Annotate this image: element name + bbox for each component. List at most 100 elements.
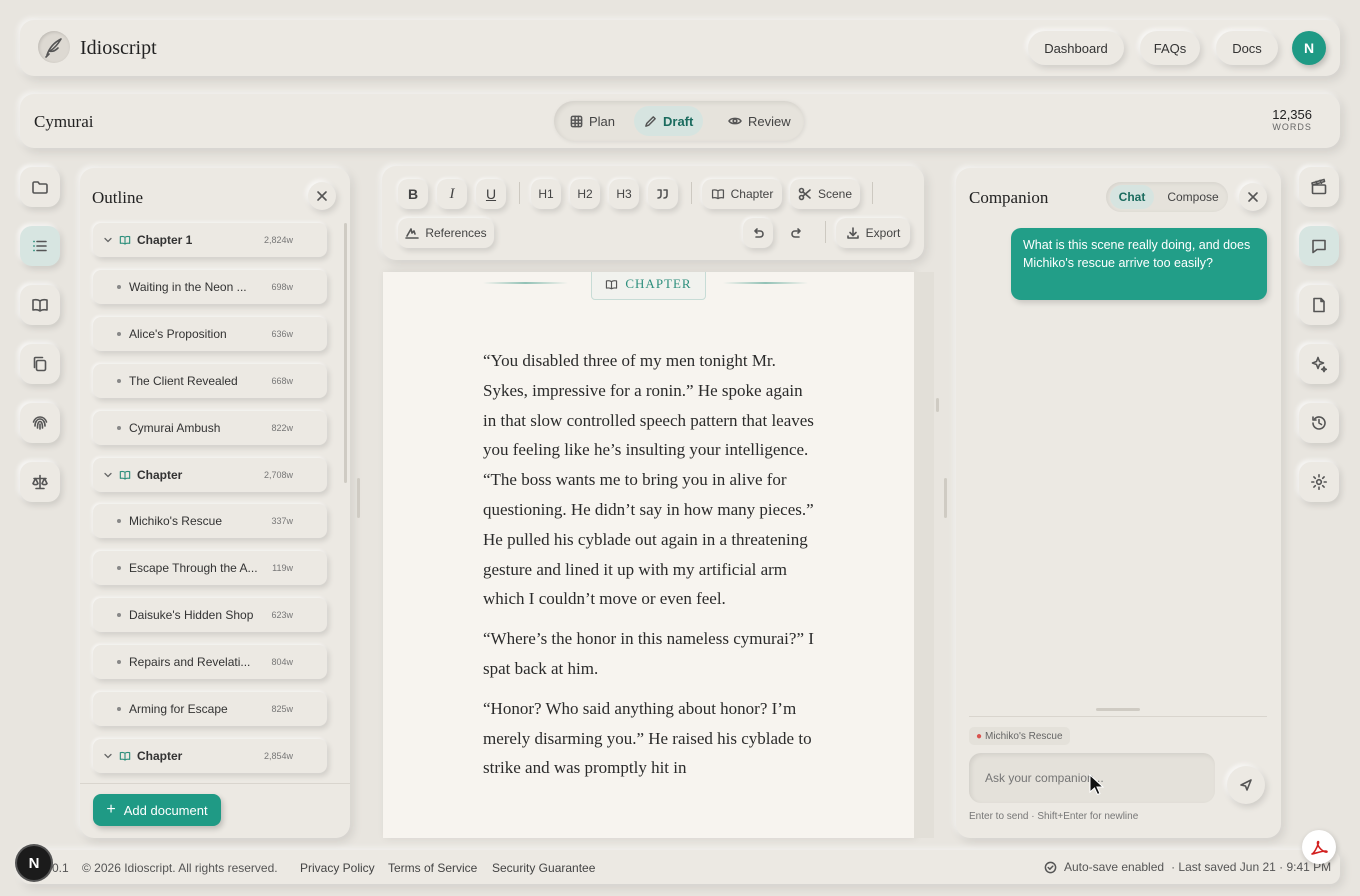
tab-chat[interactable]: Chat [1110, 185, 1154, 209]
undo-button[interactable] [743, 218, 773, 248]
send-button[interactable] [1227, 766, 1265, 804]
chevron-down-icon[interactable] [103, 235, 113, 245]
chat-resize-grip[interactable] [1096, 708, 1140, 711]
bullet-dot [117, 284, 121, 289]
export-button[interactable]: Export [836, 218, 910, 248]
scene-button-label: Scene [817, 187, 853, 201]
outline-chapter[interactable]: Chapter 2,854w [93, 738, 327, 773]
chevron-down-icon[interactable] [103, 470, 113, 480]
outline-item-wordcount: 804w [271, 657, 293, 668]
outline-item-wordcount: 822w [271, 422, 293, 433]
fingerprint-button[interactable] [20, 403, 60, 443]
mode-draft[interactable]: Draft [634, 106, 704, 136]
tab-compose[interactable]: Compose [1160, 185, 1226, 209]
editor-page[interactable]: CHAPTER “You disabled three of my men to… [383, 272, 914, 838]
outline-chapter[interactable]: Chapter 1 2,824w [93, 223, 327, 257]
redo-icon [791, 228, 801, 238]
folder-icon [32, 181, 48, 194]
outline-scene[interactable]: Arming for Escape 825w [93, 692, 327, 726]
quote-button[interactable] [648, 179, 678, 209]
outline-scene[interactable]: The Client Revealed 668w [93, 363, 327, 398]
check-circle-icon [1044, 861, 1057, 873]
context-chip-label: Michiko's Rescue [985, 730, 1063, 742]
plus-icon: + [106, 801, 116, 818]
copy-button[interactable] [20, 344, 60, 384]
italic-button[interactable]: I [437, 179, 467, 209]
grid-icon [570, 115, 583, 127]
user-avatar[interactable]: N [1292, 31, 1326, 65]
companion-resize-handle[interactable] [944, 478, 947, 518]
outline-scrollbar[interactable] [344, 223, 347, 483]
security-link[interactable]: Security Guarantee [492, 861, 595, 875]
pin-icon: ● [976, 730, 983, 742]
mode-plan[interactable]: Plan [560, 106, 625, 136]
outline-item-wordcount: 2,708w [263, 469, 293, 480]
outline-item-label: Arming for Escape [129, 702, 228, 716]
mode-review[interactable]: Review [718, 106, 801, 136]
outline-scene[interactable]: Alice's Proposition 636w [93, 316, 327, 351]
docs-button[interactable]: Docs [1216, 31, 1278, 65]
outline-resize-handle[interactable] [357, 478, 360, 518]
redo-button[interactable] [782, 218, 812, 248]
history-button[interactable] [1299, 403, 1339, 443]
outline-item-label: Chapter [137, 748, 183, 763]
n-badge[interactable]: N [17, 846, 51, 880]
chapter-button-label: Chapter [730, 187, 774, 201]
outline-scene[interactable]: Michiko's Rescue 337w [93, 504, 327, 539]
paragraph[interactable]: “Honor? Who said anything about honor? I… [483, 694, 815, 783]
document-title[interactable]: Cymurai [34, 112, 94, 132]
brand-name[interactable]: Idioscript [80, 37, 157, 60]
quote-icon [657, 189, 668, 199]
chat-button[interactable] [1299, 226, 1339, 266]
companion-close-button[interactable] [1239, 183, 1267, 211]
scene-button[interactable]: Scene [790, 179, 860, 209]
chapter-rule-right [723, 282, 808, 284]
h3-button[interactable]: H3 [609, 179, 639, 209]
folder-button[interactable] [20, 167, 60, 207]
add-document-button[interactable]: + Add document [93, 794, 221, 826]
mode-draft-label: Draft [663, 113, 694, 129]
editor-scrollbar[interactable] [936, 398, 939, 412]
h1-button[interactable]: H1 [531, 179, 561, 209]
outline-chapter[interactable]: Chapter 2,708w [93, 457, 327, 492]
outline-button[interactable] [20, 226, 60, 266]
scales-button[interactable] [20, 462, 60, 502]
outline-title: Outline [92, 188, 143, 207]
word-count-value: 12,356 [1272, 107, 1312, 122]
ai-button[interactable] [1299, 344, 1339, 384]
faqs-button[interactable]: FAQs [1140, 31, 1200, 65]
paragraph[interactable]: “Where’s the honor in this nameless cymu… [483, 624, 815, 684]
outline-scene[interactable]: Repairs and Revelati... 804w [93, 645, 327, 680]
outline-scene[interactable]: Waiting in the Neon ... 698w [93, 269, 327, 304]
fingerprint-icon [32, 416, 48, 430]
quill-logo-icon[interactable] [38, 31, 70, 63]
settings-button[interactable] [1299, 462, 1339, 502]
terms-link[interactable]: Terms of Service [388, 861, 477, 875]
outline-scene[interactable]: Escape Through the A... 119w [93, 551, 327, 586]
references-button[interactable]: References [398, 218, 494, 248]
underline-button[interactable]: U [476, 179, 506, 209]
sparkle-icon [1311, 356, 1328, 373]
chevron-down-icon[interactable] [103, 751, 113, 761]
companion-title: Companion [969, 188, 1049, 207]
h2-button[interactable]: H2 [570, 179, 600, 209]
scales-icon [32, 474, 48, 490]
outline-scene[interactable]: Cymurai Ambush 822w [93, 410, 327, 445]
scenes-button[interactable] [1299, 167, 1339, 207]
mode-switcher: Plan Draft Review [554, 101, 804, 141]
notes-button[interactable] [1299, 285, 1339, 325]
bullet-dot [117, 519, 121, 524]
outline-close-button[interactable] [308, 182, 336, 210]
chapter-button[interactable]: Chapter [702, 179, 782, 209]
outline-scene[interactable]: Daisuke's Hidden Shop 623w [93, 598, 327, 633]
bold-button[interactable]: B [398, 179, 428, 209]
dashboard-button[interactable]: Dashboard [1028, 31, 1124, 65]
pdf-button[interactable] [1302, 830, 1336, 864]
manuscript-text[interactable]: “You disabled three of my men tonight Mr… [483, 346, 815, 793]
context-chip[interactable]: ● Michiko's Rescue [969, 727, 1070, 745]
eye-icon [728, 117, 742, 125]
word-count-label: WORDS [1272, 122, 1312, 132]
paragraph[interactable]: “You disabled three of my men tonight Mr… [483, 346, 815, 614]
privacy-link[interactable]: Privacy Policy [300, 861, 375, 875]
book-button[interactable] [20, 285, 60, 325]
